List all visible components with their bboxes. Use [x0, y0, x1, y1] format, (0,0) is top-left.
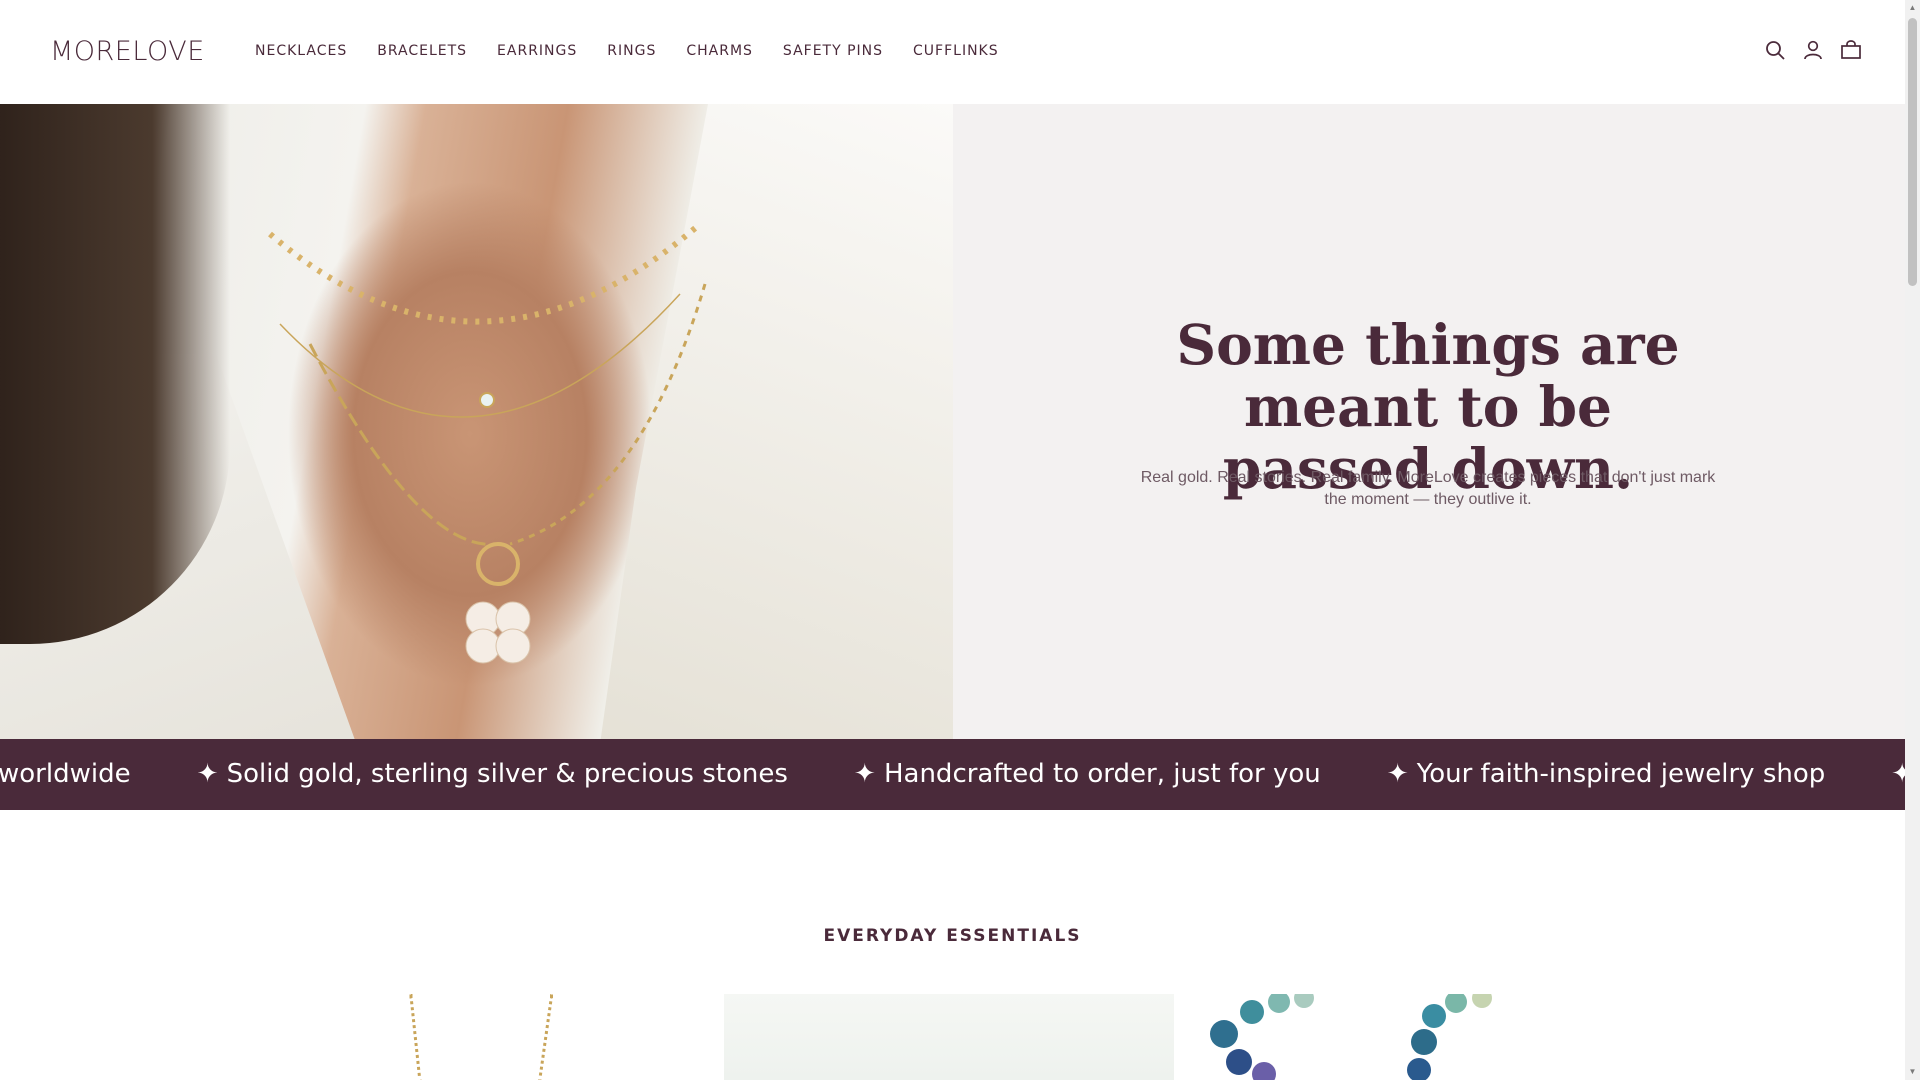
hero-section: Some things are meant to be passed down.…	[0, 104, 1905, 739]
marquee-item: ✦ Per	[1891, 759, 1905, 789]
necklace-illustration	[268, 221, 707, 664]
nav-safety-pins[interactable]: SAFETY PINS	[783, 43, 883, 59]
nav-cufflinks[interactable]: CUFFLINKS	[913, 43, 999, 59]
nav-necklaces[interactable]: NECKLACES	[255, 43, 347, 59]
scroll-thumb[interactable]	[1908, 18, 1917, 286]
scroll-down-arrow-icon[interactable]: ▼	[1908, 1067, 1917, 1077]
nav-rings[interactable]: RINGS	[607, 43, 656, 59]
marquee-item: ✦ Your faith-inspired jewelry shop	[1386, 759, 1826, 789]
product-card[interactable]	[254, 994, 704, 1080]
nav-bracelets[interactable]: BRACELETS	[377, 43, 467, 59]
logo[interactable]: MORELOVE	[50, 36, 205, 67]
page-scrollbar[interactable]: ▲ ▼	[1905, 0, 1920, 1080]
chain-shape	[409, 994, 423, 1080]
header-icons	[1763, 38, 1863, 62]
section-title: EVERYDAY ESSENTIALS	[823, 926, 1082, 946]
main-nav: NECKLACES BRACELETS EARRINGS RINGS CHARM…	[255, 43, 1029, 59]
product-card[interactable]	[724, 994, 1174, 1080]
marquee-track: worldwide ✦ Solid gold, sterling silver …	[0, 759, 1905, 789]
hero-text-panel: Some things are meant to be passed down.…	[953, 104, 1905, 739]
cart-icon[interactable]	[1839, 38, 1863, 62]
marquee-item: ✦ Handcrafted to order, just for you	[853, 759, 1321, 789]
chain-shape	[537, 994, 555, 1080]
marquee-item: worldwide	[0, 759, 131, 789]
nav-earrings[interactable]: EARRINGS	[497, 43, 577, 59]
product-grid	[254, 994, 1644, 1080]
search-icon[interactable]	[1763, 38, 1787, 62]
scroll-up-arrow-icon[interactable]: ▲	[1908, 3, 1917, 13]
nav-charms[interactable]: CHARMS	[686, 43, 753, 59]
announcement-marquee: worldwide ✦ Solid gold, sterling silver …	[0, 739, 1905, 810]
account-icon[interactable]	[1801, 38, 1825, 62]
product-card[interactable]	[1194, 994, 1644, 1080]
bead-bracelet-image	[1210, 994, 1492, 1080]
hero-image	[0, 104, 953, 739]
site-header: MORELOVE NECKLACES BRACELETS EARRINGS RI…	[0, 0, 1905, 104]
marquee-item: ✦ Solid gold, sterling silver & precious…	[196, 759, 788, 789]
hero-subtitle: Real gold. Real stories. Real family. Mo…	[1140, 469, 1716, 508]
